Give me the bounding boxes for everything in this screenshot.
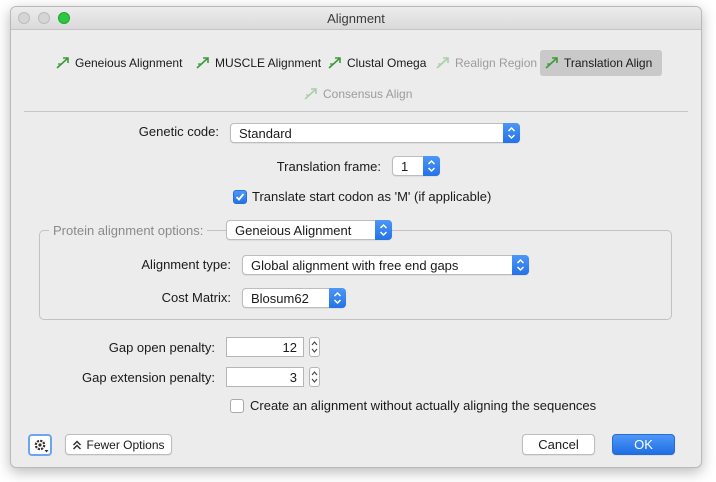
tab-translation-align[interactable]: Translation Align xyxy=(540,50,662,76)
no-align-checkbox[interactable] xyxy=(230,399,244,413)
alignment-type-label: Alignment type: xyxy=(141,257,231,272)
gap-extension-stepper[interactable] xyxy=(309,367,320,387)
genetic-code-label: Genetic code: xyxy=(138,124,219,139)
alignment-arrow-icon xyxy=(435,50,451,76)
tab-consensus-align[interactable]: Consensus Align xyxy=(303,81,412,107)
translate-start-checkbox[interactable] xyxy=(233,190,247,204)
tab-geneious-alignment[interactable]: Geneious Alignment xyxy=(55,50,182,76)
translation-frame-value: 1 xyxy=(401,159,409,174)
tab-clustal-omega[interactable]: Clustal Omega xyxy=(327,50,426,76)
tab-label: Realign Region xyxy=(455,56,538,70)
cost-matrix-label: Cost Matrix: xyxy=(161,290,231,305)
no-align-label: Create an alignment without actually ali… xyxy=(250,398,597,413)
alignment-arrow-icon xyxy=(327,50,343,76)
tab-label: Translation Align xyxy=(564,56,653,70)
tab-label: Consensus Align xyxy=(323,87,413,101)
alignment-type-value: Global alignment with free end gaps xyxy=(251,258,459,273)
chevron-up-down-icon xyxy=(329,288,346,308)
alignment-dialog: Alignment Geneious Alignment MUSCLE Alig… xyxy=(10,6,702,468)
protein-method-value: Geneious Alignment xyxy=(235,223,352,238)
genetic-code-value: Standard xyxy=(239,126,292,141)
tab-realign-region[interactable]: Realign Region xyxy=(435,50,537,76)
alignment-type-select[interactable]: Global alignment with free end gaps xyxy=(242,255,529,275)
translation-frame-select[interactable]: 1 xyxy=(392,156,440,176)
genetic-code-select[interactable]: Standard xyxy=(230,123,520,143)
chevron-up-down-icon xyxy=(512,255,529,275)
ok-button[interactable]: OK xyxy=(612,434,675,455)
alignment-arrow-icon xyxy=(55,50,71,76)
translation-frame-label: Translation frame: xyxy=(276,159,381,174)
settings-button[interactable] xyxy=(28,434,52,456)
gap-open-input[interactable]: 12 xyxy=(226,337,304,357)
tab-label: Geneious Alignment xyxy=(75,56,183,70)
chevron-up-down-icon xyxy=(311,341,318,353)
translate-start-label: Translate start codon as 'M' (if applica… xyxy=(252,189,492,204)
tab-label: Clustal Omega xyxy=(347,56,427,70)
protein-options-legend: Protein alignment options: xyxy=(49,223,208,238)
fewer-options-label: Fewer Options xyxy=(86,438,165,452)
window-title: Alignment xyxy=(327,11,385,26)
alignment-arrow-icon xyxy=(544,50,560,76)
gap-open-stepper[interactable] xyxy=(309,337,320,357)
alignment-arrow-icon xyxy=(303,81,319,107)
gap-extension-label: Gap extension penalty: xyxy=(82,370,215,385)
chevron-up-down-icon xyxy=(423,156,440,176)
chevron-up-down-icon xyxy=(503,123,520,143)
tab-label: MUSCLE Alignment xyxy=(215,56,322,70)
gap-open-label: Gap open penalty: xyxy=(108,340,215,355)
tab-separator xyxy=(24,111,688,112)
cost-matrix-value: Blosum62 xyxy=(251,291,309,306)
chevron-up-down-icon xyxy=(311,371,318,383)
checkmark-icon xyxy=(235,193,245,201)
protein-method-select[interactable]: Geneious Alignment xyxy=(226,220,392,240)
alignment-arrow-icon xyxy=(195,50,211,76)
gear-icon xyxy=(34,439,49,453)
tab-muscle-alignment[interactable]: MUSCLE Alignment xyxy=(195,50,321,76)
title-bar: Alignment xyxy=(11,7,701,30)
cancel-button[interactable]: Cancel xyxy=(522,434,595,455)
gap-extension-input[interactable]: 3 xyxy=(226,367,304,387)
protein-options-group xyxy=(39,230,672,320)
chevron-up-down-icon xyxy=(375,220,392,240)
fewer-options-button[interactable]: Fewer Options xyxy=(65,434,172,455)
double-chevron-up-icon xyxy=(73,440,82,450)
cost-matrix-select[interactable]: Blosum62 xyxy=(242,288,346,308)
